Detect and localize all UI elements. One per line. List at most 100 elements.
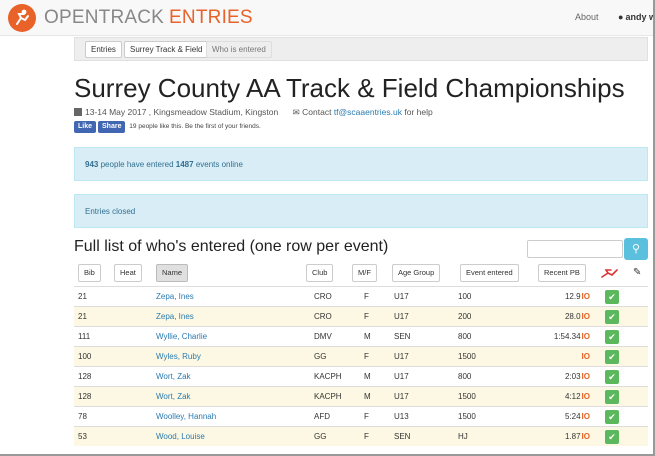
age-group-cell: U13 [394,412,409,421]
event-cell: 1500 [458,412,476,421]
event-cell: 800 [458,372,472,381]
pencil-icon[interactable]: ✎ [633,267,641,278]
bib-cell: 53 [78,432,87,441]
table-row[interactable]: 21 Zepa, Ines CRO F U17 200 28.0IO ✔ [74,306,648,326]
name-link[interactable]: Wyles, Ruby [156,352,201,361]
club-cell: AFD [314,412,330,421]
club-cell: DMV [314,332,332,341]
recent-pb-cell: IO [581,352,590,361]
brand-logo-text[interactable]: OPENTRACK ENTRIES [44,7,253,29]
name-link[interactable]: Wyllie, Charlie [156,332,207,341]
recent-pb-cell: 4:12IO [565,392,590,401]
contact-email-link[interactable]: tf@scaaentries.uk [334,107,402,117]
user-menu[interactable]: ● andy w [618,12,655,22]
club-cell: KACPH [314,372,342,381]
club-cell: GG [314,432,327,441]
bib-cell: 21 [78,292,87,301]
table-row[interactable]: 21 Zepa, Ines CRO F U17 100 12.9IO ✔ [74,286,648,306]
name-link[interactable]: Zepa, Ines [156,292,194,301]
gender-cell: F [364,312,369,321]
about-link[interactable]: About [575,12,599,22]
pb-profile-link[interactable]: IO [582,412,590,421]
club-cell: CRO [314,312,332,321]
pb-value: 12.9 [564,292,581,301]
event-cell: 1500 [458,352,476,361]
pb-value: 4:12 [564,392,581,401]
sort-club-button[interactable]: Club [306,264,334,282]
checkmark-icon: ✔ [605,330,619,344]
social-text: 19 people like this. Be the first of you… [129,123,261,130]
people-text: people have entered [100,160,174,169]
age-group-cell: SEN [394,432,411,441]
pb-profile-link[interactable]: IO [582,352,590,361]
user-name: andy w [625,12,655,22]
pb-profile-link[interactable]: IO [582,392,590,401]
gender-cell: M [364,392,371,401]
sort-bib-button[interactable]: Bib [78,264,101,282]
sub-navigation: Entries Surrey Track & Field Who is ente… [74,37,648,61]
recent-pb-cell: 1:54.34IO [554,332,590,341]
pb-profile-link[interactable]: IO [582,292,590,301]
table-row[interactable]: 78 Woolley, Hannah AFD F U13 1500 5:24IO ✔ [74,406,648,426]
recent-pb-cell: 2:03IO [565,372,590,381]
name-link[interactable]: Wood, Louise [156,432,205,441]
facebook-share-button[interactable]: Share [98,121,126,133]
recent-pb-cell: 12.9IO [565,292,590,301]
date-venue: 13-14 May 2017 , Kingsmeadow Stadium, Ki… [85,107,279,117]
event-cell: 200 [458,312,472,321]
table-row[interactable]: 100 Wyles, Ruby GG F U17 1500 IO ✔ [74,346,648,366]
club-cell: KACPH [314,392,342,401]
event-meta: 13-14 May 2017 , Kingsmeadow Stadium, Ki… [74,107,433,118]
tab-who-is-entered[interactable]: Who is entered [206,41,272,58]
search-icon: ⚲ [631,243,641,255]
table-row[interactable]: 128 Wort, Zak KACPH M U17 1500 4:12IO ✔ [74,386,648,406]
list-title: Full list of who's entered (one row per … [74,238,389,255]
gender-cell: F [364,352,369,361]
recent-pb-cell: 5:24IO [565,412,590,421]
sort-recent-pb-button[interactable]: Recent PB [538,264,586,282]
sort-name-button[interactable]: Name [156,264,189,282]
entries-closed-alert: Entries closed [74,194,648,228]
pb-profile-link[interactable]: IO [582,372,590,381]
search-input[interactable] [527,240,623,258]
table-row[interactable]: 111 Wyllie, Charlie DMV M SEN 800 1:54.34IO ✔ [74,326,648,346]
envelope-icon: ✉ [292,107,300,117]
pb-profile-link[interactable]: IO [582,312,590,321]
sort-heat-button[interactable]: Heat [114,264,142,282]
page-title: Surrey County AA Track & Field Champions… [74,73,625,103]
pb-value: 1.87 [564,432,581,441]
name-link[interactable]: Woolley, Hannah [156,412,216,421]
sort-mf-button[interactable]: M/F [352,264,377,282]
table-row[interactable]: 53 Wood, Louise GG F SEN HJ 1.87IO ✔ [74,426,648,446]
bib-cell: 128 [78,372,92,381]
bib-cell: 128 [78,392,92,401]
pb-value: 1:54.34 [553,332,581,341]
sort-event-button[interactable]: Event entered [460,264,519,282]
tab-surrey-track-field[interactable]: Surrey Track & Field [124,41,209,58]
name-link[interactable]: Zepa, Ines [156,312,194,321]
brand-part-2: ENTRIES [169,7,253,28]
checkmark-icon: ✔ [605,410,619,424]
pb-value: 2:03 [564,372,581,381]
age-group-cell: U17 [394,392,409,401]
brand-part-1: OPENTRACK [44,7,165,28]
tab-entries[interactable]: Entries [85,41,122,58]
pb-profile-link[interactable]: IO [582,332,590,341]
bib-cell: 100 [78,352,92,361]
gender-cell: M [364,372,371,381]
runner-icon[interactable] [8,4,36,32]
event-cell: HJ [458,432,468,441]
search-button[interactable]: ⚲ [624,238,648,260]
pb-value: 5:24 [564,412,581,421]
calendar-icon [74,108,82,116]
sort-age-group-button[interactable]: Age Group [392,264,441,282]
bib-cell: 111 [78,332,91,341]
pb-profile-link[interactable]: IO [582,432,590,441]
event-cell: 100 [458,292,472,301]
facebook-like-button[interactable]: Like [74,121,97,133]
club-cell: CRO [314,292,332,301]
table-row[interactable]: 128 Wort, Zak KACPH M U17 800 2:03IO ✔ [74,366,648,386]
people-count: 943 [85,160,99,169]
name-link[interactable]: Wort, Zak [156,372,191,381]
name-link[interactable]: Wort, Zak [156,392,191,401]
